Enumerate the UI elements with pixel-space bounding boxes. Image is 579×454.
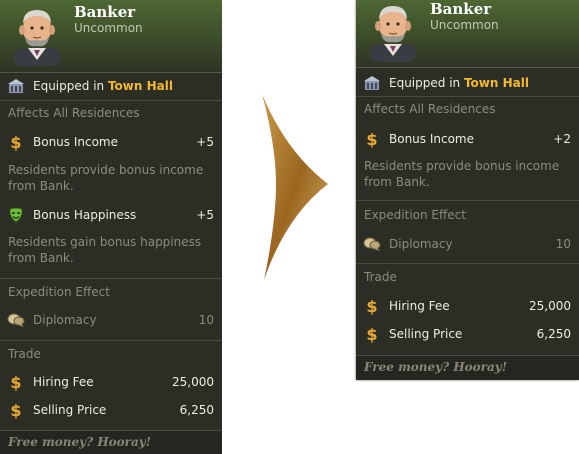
building-icon: [7, 77, 25, 95]
divider: [356, 200, 579, 201]
selling-price-value: 6,250: [536, 327, 571, 341]
diplomacy-row: Diplomacy 10: [0, 308, 222, 332]
tooltip-card-before: Banker Uncommon Equipped in Town Hall Af…: [0, 0, 222, 454]
hiring-fee-label: Hiring Fee: [33, 375, 94, 389]
hiring-fee-row: $ Hiring Fee 25,000: [356, 294, 579, 318]
dollar-icon: $: [366, 129, 378, 149]
selling-price-value: 6,250: [179, 403, 214, 417]
speech-bubble-icon: [7, 311, 25, 329]
equipped-label: Equipped in Town Hall: [33, 79, 222, 93]
bonus-income-description: Residents provide bonus income from Bank…: [364, 159, 560, 189]
equipped-location: Town Hall: [107, 79, 173, 93]
divider: [356, 263, 579, 264]
bonus-income-label: Bonus Income: [33, 135, 119, 149]
trade-heading: Trade: [8, 347, 41, 361]
tooltip-card-after: Banker Uncommon Equipped in Town Hall Af…: [356, 0, 579, 380]
equipped-row: Equipped in Town Hall: [0, 74, 222, 98]
bonus-income-value: +5: [196, 135, 214, 149]
item-rarity: Uncommon: [430, 18, 499, 32]
building-icon: [363, 74, 381, 92]
bonus-income-description: Residents provide bonus income from Bank…: [8, 163, 204, 193]
selling-price-label: Selling Price: [389, 327, 463, 341]
hiring-fee-value: 25,000: [172, 375, 214, 389]
dollar-icon: $: [10, 372, 22, 392]
banker-portrait-icon: [14, 10, 60, 66]
divider: [0, 340, 222, 341]
bonus-income-value: +2: [553, 132, 571, 146]
affects-heading: Affects All Residences: [364, 102, 496, 116]
item-name: Banker: [74, 3, 136, 21]
hiring-fee-value: 25,000: [529, 299, 571, 313]
dollar-icon: $: [366, 324, 378, 344]
speech-bubble-icon: [363, 235, 381, 253]
card-header: Banker Uncommon: [356, 0, 579, 68]
arrow-right-icon: [262, 94, 328, 280]
bonus-happiness-row: Bonus Happiness +5: [0, 203, 222, 227]
equipped-prefix: Equipped in: [389, 76, 461, 90]
divider: [0, 278, 222, 279]
selling-price-row: $ Selling Price 6,250: [0, 398, 222, 422]
bonus-happiness-value: +5: [196, 208, 214, 222]
dollar-icon: $: [10, 400, 22, 420]
selling-price-row: $ Selling Price 6,250: [356, 322, 579, 346]
flavor-text: Free money? Hooray!: [0, 430, 222, 454]
selling-price-label: Selling Price: [33, 403, 107, 417]
equipped-prefix: Equipped in: [33, 79, 105, 93]
divider: [356, 96, 579, 97]
diplomacy-label: Diplomacy: [33, 313, 97, 327]
affects-heading: Affects All Residences: [8, 106, 140, 120]
bonus-happiness-description: Residents gain bonus happiness from Bank…: [8, 235, 202, 265]
hiring-fee-label: Hiring Fee: [389, 299, 450, 313]
diplomacy-row: Diplomacy 10: [356, 232, 579, 256]
dollar-icon: $: [366, 296, 378, 316]
card-header: Banker Uncommon: [0, 0, 222, 73]
bonus-income-row: $ Bonus Income +2: [356, 127, 579, 151]
item-name: Banker: [430, 0, 492, 18]
dollar-icon: $: [10, 132, 22, 152]
divider: [0, 100, 222, 101]
diplomacy-value: 10: [555, 237, 571, 251]
expedition-heading: Expedition Effect: [364, 208, 466, 222]
trade-heading: Trade: [364, 270, 397, 284]
item-rarity: Uncommon: [74, 21, 143, 35]
equipped-label: Equipped in Town Hall: [389, 76, 579, 90]
happiness-mask-icon: [7, 206, 25, 224]
equipped-location: Town Hall: [463, 76, 529, 90]
banker-portrait-icon: [370, 6, 416, 62]
equipped-row: Equipped in Town Hall: [356, 71, 579, 95]
diplomacy-label: Diplomacy: [389, 237, 453, 251]
diplomacy-value: 10: [198, 313, 214, 327]
flavor-text: Free money? Hooray!: [356, 355, 579, 379]
bonus-happiness-label: Bonus Happiness: [33, 208, 137, 222]
bonus-income-row: $ Bonus Income +5: [0, 130, 222, 154]
expedition-heading: Expedition Effect: [8, 285, 110, 299]
bonus-income-label: Bonus Income: [389, 132, 475, 146]
hiring-fee-row: $ Hiring Fee 25,000: [0, 370, 222, 394]
